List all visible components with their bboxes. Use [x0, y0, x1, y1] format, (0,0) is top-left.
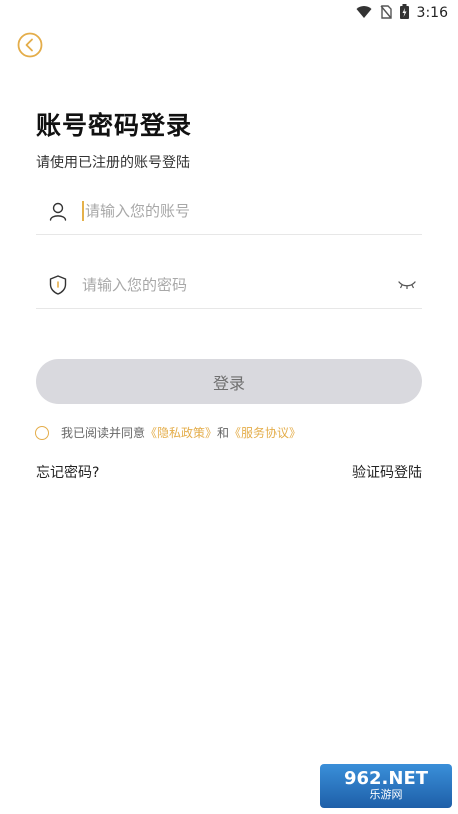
status-time: 3:16 [416, 5, 448, 21]
back-button[interactable] [17, 32, 43, 58]
chevron-left-circle-icon [17, 32, 43, 58]
agreement-prefix: 我已阅读并同意 [61, 426, 146, 440]
watermark-bottom: 乐游网 [369, 788, 403, 801]
account-input[interactable] [85, 202, 422, 220]
battery-charging-icon [399, 3, 409, 23]
sms-login-link[interactable]: 验证码登陆 [352, 462, 422, 482]
user-icon [47, 200, 69, 222]
page-subtitle: 请使用已注册的账号登陆 [36, 155, 190, 171]
login-button[interactable]: 登录 [36, 359, 422, 404]
forgot-password-link[interactable]: 忘记密码? [36, 462, 99, 482]
status-bar: 3:16 [0, 0, 458, 26]
text-caret [82, 201, 84, 221]
wifi-icon [356, 4, 372, 23]
eye-closed-icon[interactable] [398, 275, 418, 295]
watermark-top: 962.NET [343, 768, 429, 789]
page-title: 账号密码登录 [36, 111, 193, 140]
no-sim-icon [380, 4, 392, 23]
password-input[interactable] [82, 276, 398, 294]
watermark-logo: 962.NET 乐游网 [320, 764, 452, 808]
password-field[interactable] [36, 262, 422, 309]
service-agreement-link[interactable]: 《服务协议》 [229, 424, 301, 441]
agreement-and: 和 [217, 426, 230, 440]
shield-icon [47, 274, 69, 296]
account-field[interactable] [36, 188, 422, 235]
privacy-policy-link[interactable]: 《隐私政策》 [145, 424, 217, 441]
agreement-row: 我已阅读并同意 《隐私政策》 和 《服务协议》 [35, 424, 301, 441]
agreement-checkbox[interactable] [35, 425, 49, 440]
